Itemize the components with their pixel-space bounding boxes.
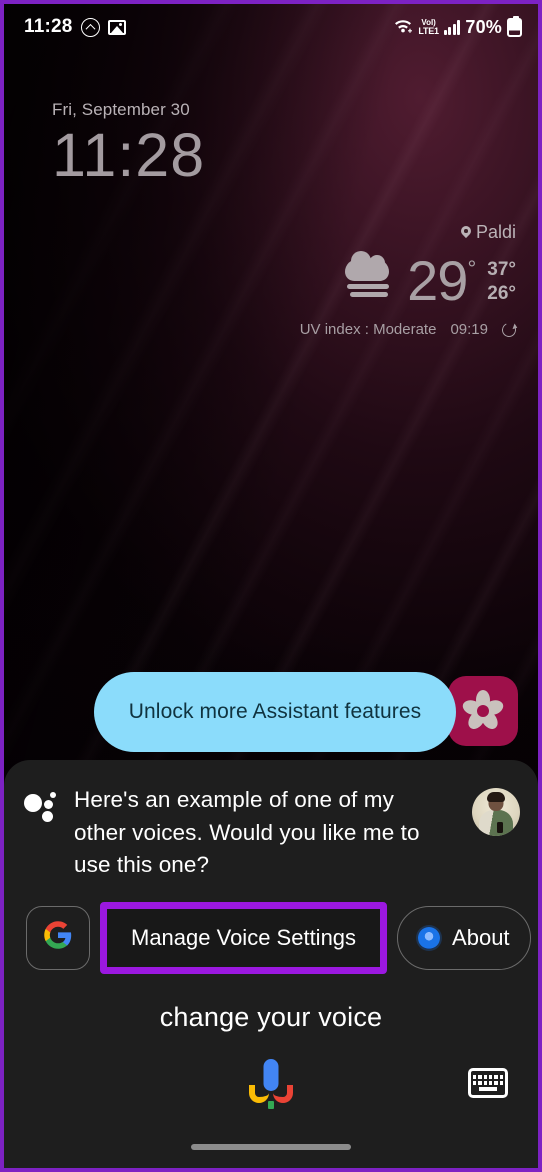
- flower-icon: [460, 688, 506, 734]
- weather-location-label: Paldi: [475, 222, 516, 242]
- weather-sub-row: UV index : Moderate 09:19: [299, 320, 518, 339]
- status-bar: 11:28 VoI) LTE1 70%: [4, 4, 538, 50]
- google-g-icon: [43, 920, 73, 956]
- lockscreen-date: Fri, September 30: [52, 100, 190, 119]
- google-mic-icon[interactable]: [249, 1057, 293, 1109]
- weather-temp-value: 29: [407, 249, 468, 312]
- battery-percent-label: 70%: [465, 16, 502, 37]
- manage-voice-settings-chip[interactable]: Manage Voice Settings: [107, 908, 381, 967]
- signal-bars-icon: [443, 19, 461, 35]
- assistant-transcript-text: change your voice: [159, 1001, 383, 1032]
- refresh-icon[interactable]: [500, 320, 518, 339]
- unlock-more-assistant-features-chip[interactable]: Unlock more Assistant features: [94, 672, 456, 752]
- status-bar-left: 11:28: [24, 16, 126, 38]
- phone-screen: 11:28 VoI) LTE1 70% Fri, September 30 11…: [0, 0, 542, 1172]
- circle-up-icon: [80, 17, 100, 37]
- assistant-response-text: Here's an example of one of my other voi…: [74, 787, 420, 878]
- lockscreen-time: 11:28: [52, 121, 206, 189]
- assistant-message-row: Here's an example of one of my other voi…: [4, 760, 538, 882]
- fog-cloud-icon: [341, 251, 397, 303]
- about-chip-label: About: [452, 924, 510, 950]
- status-bar-clock: 11:28: [24, 16, 73, 37]
- google-assistant-dots-icon: [24, 790, 58, 824]
- weather-main-row: 29 ° 37° 26°: [300, 249, 516, 312]
- assistant-action-chips: Manage Voice Settings About: [4, 882, 538, 974]
- weather-widget[interactable]: Paldi 29 ° 37° 26° UV index : Moderate 09…: [299, 222, 518, 339]
- user-avatar[interactable]: [472, 788, 520, 836]
- battery-icon: [507, 15, 522, 37]
- assistant-suggestion-row: Unlock more Assistant features: [4, 672, 538, 752]
- wifi-icon: [393, 17, 413, 38]
- assistant-input-row: [4, 1044, 538, 1122]
- status-bar-right: VoI) LTE1 70%: [393, 15, 522, 38]
- location-pin-icon: [461, 226, 471, 239]
- keyboard-icon[interactable]: [468, 1068, 508, 1098]
- manage-voice-settings-highlight-box: Manage Voice Settings: [100, 901, 388, 974]
- weather-uv-index: UV index : Moderate: [299, 321, 437, 338]
- google-logo-chip[interactable]: [26, 905, 90, 970]
- about-chip[interactable]: About: [397, 905, 531, 970]
- weather-high-low: 37° 26°: [487, 259, 516, 305]
- volte-indicator: VoI) LTE1: [418, 17, 439, 36]
- image-icon: [107, 19, 126, 35]
- weather-location-row: Paldi: [300, 222, 516, 243]
- home-indicator[interactable]: [191, 1144, 351, 1150]
- weather-updated-time: 09:19: [450, 321, 488, 338]
- assistant-panel: Here's an example of one of my other voi…: [4, 760, 538, 1168]
- weather-degree-symbol: °: [467, 256, 476, 281]
- weather-high: 37°: [487, 259, 516, 281]
- weather-low: 26°: [487, 283, 516, 304]
- flower-icon-tile[interactable]: [448, 676, 518, 746]
- blue-circle-icon: [418, 926, 441, 949]
- weather-temperature: 29 °: [407, 249, 476, 312]
- lockscreen-clock-widget[interactable]: Fri, September 30 11:28: [52, 100, 205, 188]
